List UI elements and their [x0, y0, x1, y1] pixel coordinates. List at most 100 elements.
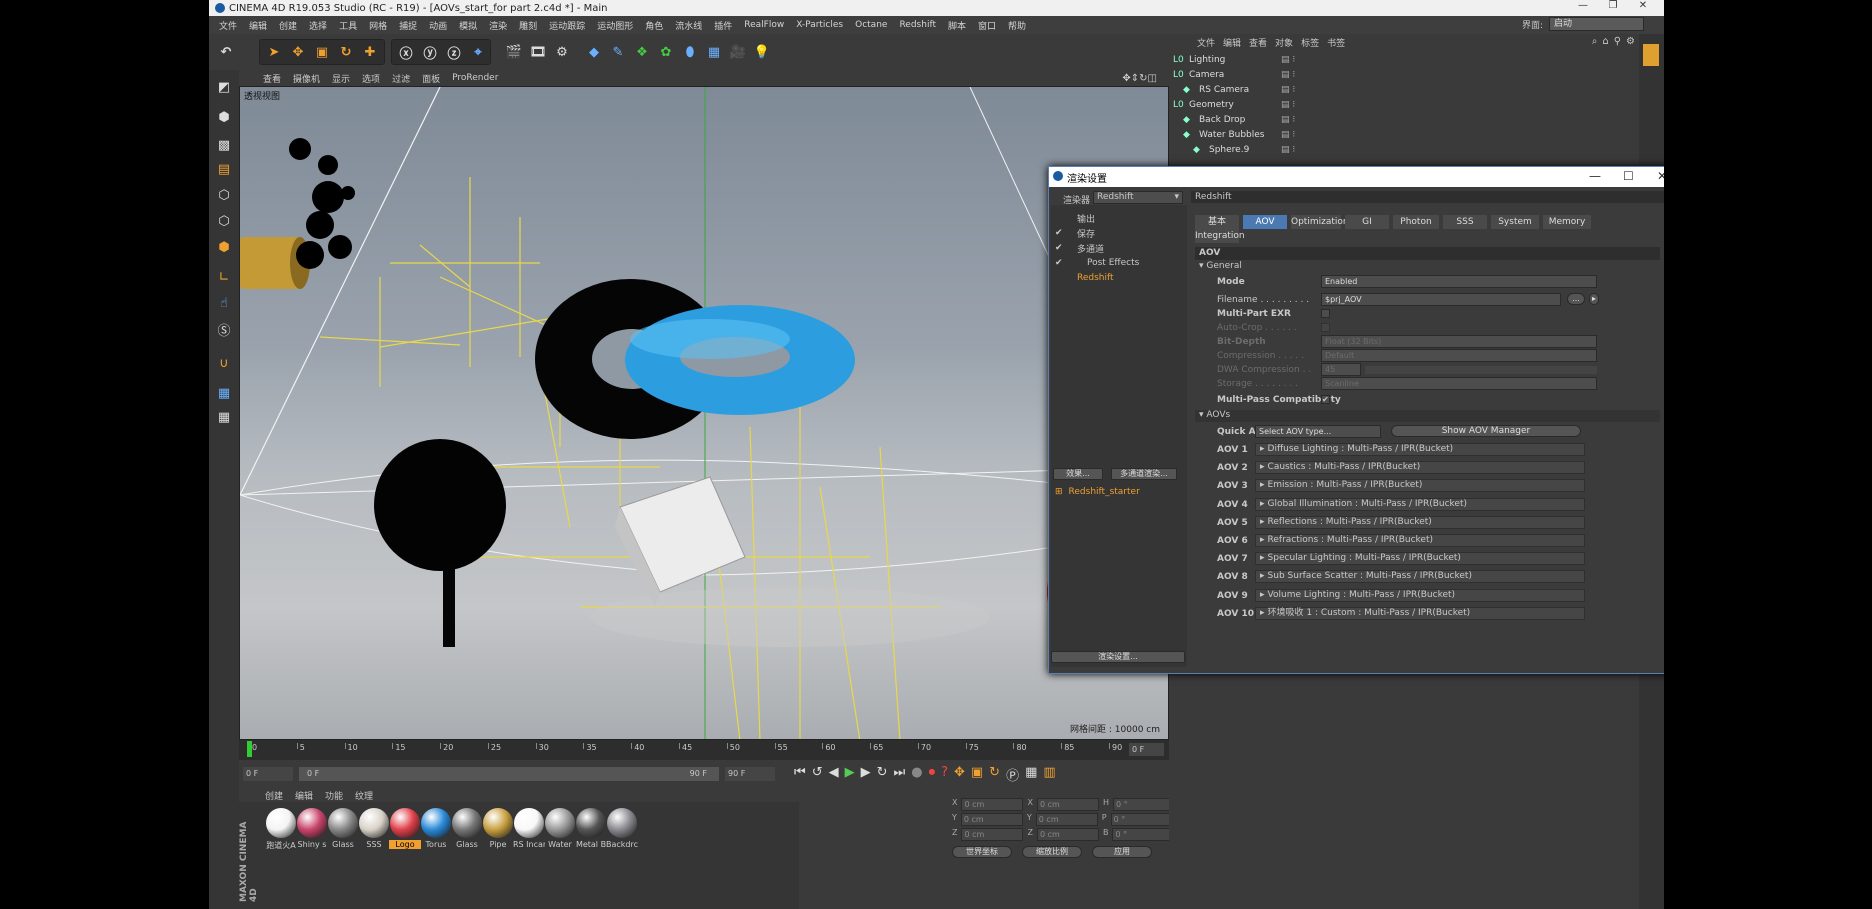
- visibility-icon[interactable]: ▤ ⁝: [1281, 55, 1295, 65]
- object-row[interactable]: L0 Geometry ▤ ⁝: [1169, 97, 1639, 112]
- render-view-icon[interactable]: 🎬: [503, 41, 525, 63]
- expand-arrow-icon[interactable]: ▸: [1260, 480, 1265, 490]
- aov-entry[interactable]: ▸ Specular Lighting : Multi-Pass / IPR(Bu…: [1255, 552, 1585, 566]
- aov-row[interactable]: AOV 8 ▸ Sub Surface Scatter : Multi-Pass /…: [1195, 570, 1660, 584]
- playhead[interactable]: [247, 741, 252, 757]
- aov-row[interactable]: AOV 6 ▸ Refractions : Multi-Pass / IPR(Buc…: [1195, 534, 1660, 548]
- pen-icon[interactable]: ✎: [607, 41, 629, 63]
- property-dropdown[interactable]: Default: [1321, 349, 1597, 362]
- visibility-icon[interactable]: ▤ ⁝: [1281, 70, 1295, 80]
- tab-optimization[interactable]: Optimization: [1291, 215, 1349, 229]
- coord-field[interactable]: 0 cm: [1035, 813, 1098, 826]
- property-dropdown[interactable]: Float (32 Bits): [1321, 335, 1597, 348]
- renderer-dropdown[interactable]: Redshift ▾: [1093, 191, 1183, 204]
- aov-entry[interactable]: ▸ Caustics : Multi-Pass / IPR(Bucket): [1255, 461, 1585, 475]
- expand-arrow-icon[interactable]: ▸: [1260, 608, 1265, 618]
- menu-item[interactable]: Redshift: [893, 20, 942, 30]
- menu-item[interactable]: 帮助: [1002, 19, 1032, 32]
- camera-icon[interactable]: 🎥: [727, 41, 749, 63]
- timeline-window-icon[interactable]: ▥: [1043, 765, 1055, 784]
- material-swatch[interactable]: SSS: [358, 808, 390, 858]
- render-settings-button[interactable]: 渲染设置...: [1051, 651, 1185, 663]
- aov-row[interactable]: AOV 2 ▸ Caustics : Multi-Pass / IPR(Bucket…: [1195, 461, 1660, 475]
- menu-item[interactable]: X-Particles: [790, 20, 849, 30]
- menu-item[interactable]: 运动图形: [591, 19, 639, 32]
- tweak-mode-icon[interactable]: ☝: [212, 292, 236, 314]
- coord-field[interactable]: 0 cm: [1036, 828, 1099, 841]
- magnet-icon[interactable]: ∪: [212, 352, 236, 374]
- expand-arrow-icon[interactable]: ▸: [1260, 499, 1265, 509]
- visibility-icon[interactable]: ▤ ⁝: [1281, 145, 1295, 155]
- start-frame-field[interactable]: 0 F: [243, 767, 293, 781]
- tab-gi[interactable]: GI: [1345, 215, 1389, 229]
- menu-item[interactable]: 流水线: [669, 19, 708, 32]
- aov-row[interactable]: AOV 4 ▸ Global Illumination : Multi-Pass /…: [1195, 497, 1660, 512]
- next-key-icon[interactable]: ↻: [877, 765, 888, 784]
- restore-button[interactable]: ❐: [1598, 0, 1628, 11]
- floor-icon[interactable]: ▦: [703, 41, 725, 63]
- layout-dropdown[interactable]: 启动: [1549, 17, 1644, 31]
- dialog-close-button[interactable]: ✕: [1657, 169, 1664, 183]
- aov-entry[interactable]: ▸ 环境吸收 1 : Custom : Multi-Pass / IPR(Buck…: [1255, 606, 1585, 620]
- menu-item[interactable]: 动画: [423, 19, 453, 32]
- model-mode-icon[interactable]: ⬢: [212, 106, 236, 128]
- viewport-menu-item[interactable]: 查看: [257, 72, 287, 85]
- aov-entry[interactable]: ▸ Global Illumination : Multi-Pass / IPR(…: [1255, 497, 1585, 511]
- tab-sss[interactable]: SSS: [1443, 215, 1487, 229]
- edges-mode-icon[interactable]: ⬡: [212, 210, 236, 232]
- menu-item[interactable]: RealFlow: [738, 20, 790, 30]
- menu-item[interactable]: 创建: [273, 19, 303, 32]
- prev-key-icon[interactable]: ↺: [812, 765, 823, 784]
- menu-item[interactable]: 捕捉: [393, 19, 423, 32]
- points-mode-icon[interactable]: ⬡: [212, 184, 236, 206]
- tab-基本[interactable]: 基本: [1195, 215, 1239, 229]
- axis-mode-icon[interactable]: ∟: [212, 266, 236, 288]
- grid-icon[interactable]: ▦: [212, 406, 236, 428]
- object-row[interactable]: ◆ Sphere.9 ▤ ⁝: [1169, 142, 1639, 157]
- viewport-menu-item[interactable]: 摄像机: [287, 72, 326, 85]
- aov-row[interactable]: AOV 5 ▸ Reflections : Multi-Pass / IPR(Buc…: [1195, 515, 1660, 530]
- object-menu-item[interactable]: 书签: [1323, 36, 1349, 49]
- property-dropdown[interactable]: Scanline: [1321, 377, 1597, 390]
- keyframe-icon[interactable]: ?: [941, 765, 948, 784]
- tab-memory[interactable]: Memory: [1543, 215, 1591, 229]
- material-swatch[interactable]: 跑道火A: [265, 808, 297, 858]
- viewport-menu-item[interactable]: 显示: [326, 72, 356, 85]
- menu-item[interactable]: 工具: [333, 19, 363, 32]
- viewport-menu-item[interactable]: 过滤: [386, 72, 416, 85]
- object-menu-item[interactable]: 标签: [1297, 36, 1323, 49]
- enable-checkbox[interactable]: ✔: [1055, 243, 1067, 253]
- property-checkbox[interactable]: [1321, 309, 1330, 318]
- render-settings-item[interactable]: ✔ 多通道: [1051, 241, 1187, 255]
- polygons-mode-icon[interactable]: ⬢: [212, 236, 236, 258]
- scale-mode-dropdown[interactable]: 缩放比例: [1022, 846, 1082, 858]
- go-end-icon[interactable]: ⏭: [894, 765, 906, 784]
- menu-item[interactable]: 编辑: [243, 19, 273, 32]
- select-arrow-icon[interactable]: ➤: [263, 41, 285, 63]
- coord-field[interactable]: 0 cm: [1036, 798, 1099, 811]
- close-button[interactable]: ✕: [1628, 0, 1658, 11]
- current-frame-field[interactable]: 0 F: [1129, 743, 1164, 756]
- material-menu-item[interactable]: 编辑: [289, 789, 319, 802]
- autokey-icon[interactable]: ⏺: [929, 765, 936, 784]
- aov-row[interactable]: AOV 10 ▸ 环境吸收 1 : Custom : Multi-Pass / IP…: [1195, 606, 1660, 621]
- minimize-button[interactable]: —: [1568, 0, 1598, 11]
- z-axis-icon[interactable]: ⓩ: [443, 41, 465, 63]
- property-dropdown[interactable]: Enabled: [1321, 275, 1597, 288]
- render-settings-item[interactable]: Redshift: [1051, 271, 1187, 285]
- object-menu-item[interactable]: 对象: [1271, 36, 1297, 49]
- menu-item[interactable]: 网格: [363, 19, 393, 32]
- lock-workplane-icon[interactable]: ▦: [212, 382, 236, 404]
- menu-item[interactable]: 雕刻: [513, 19, 543, 32]
- aov-row[interactable]: AOV 1 ▸ Diffuse Lighting : Multi-Pass / IP…: [1195, 443, 1660, 457]
- render-settings-item[interactable]: ✔ Post Effects: [1051, 256, 1187, 270]
- visibility-icon[interactable]: ▤ ⁝: [1281, 115, 1295, 125]
- search-icon[interactable]: ⌕: [1592, 36, 1598, 47]
- visibility-icon[interactable]: ▤ ⁝: [1281, 130, 1295, 140]
- expand-arrow-icon[interactable]: ▸: [1260, 535, 1265, 545]
- viewport-menu-item[interactable]: 选项: [356, 72, 386, 85]
- texture-mode-icon[interactable]: ▩: [212, 134, 236, 156]
- aov-entry[interactable]: ▸ Refractions : Multi-Pass / IPR(Bucket): [1255, 534, 1585, 547]
- material-swatch[interactable]: Pipe: [482, 808, 514, 858]
- show-aov-manager-button[interactable]: Show AOV Manager: [1391, 425, 1581, 437]
